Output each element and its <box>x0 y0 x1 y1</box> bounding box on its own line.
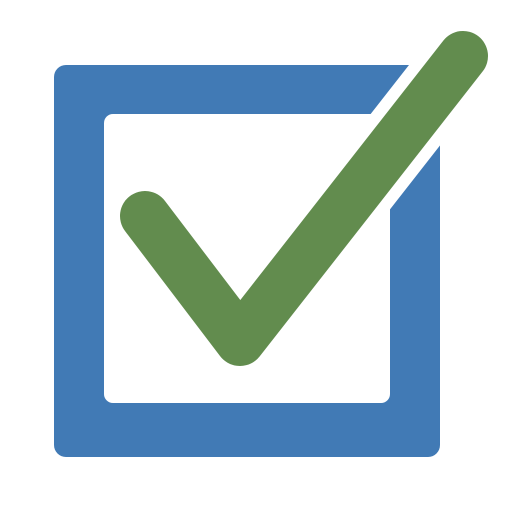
icon-canvas <box>0 0 512 512</box>
checkbox-checked-icon <box>54 31 493 457</box>
